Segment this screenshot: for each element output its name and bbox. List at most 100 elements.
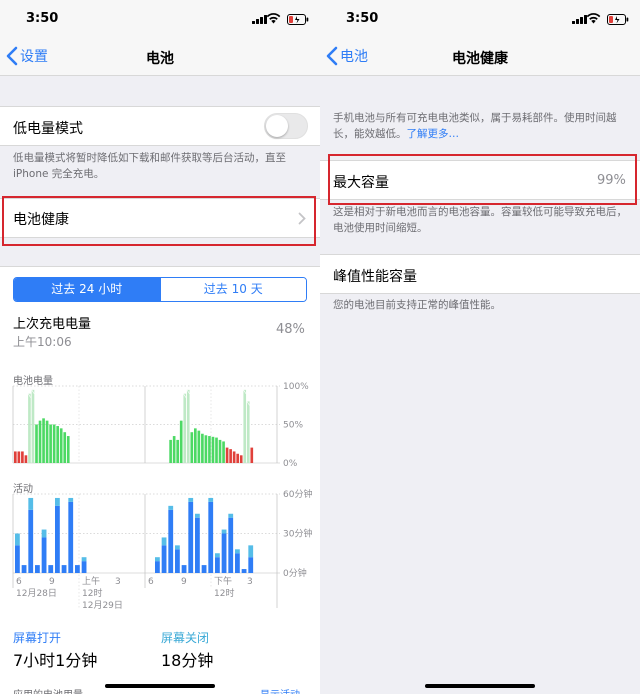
time-range-segmented-control: 过去 24 小时 过去 10 天 <box>13 277 307 302</box>
charging-bar <box>183 393 187 463</box>
battery-level-bar <box>59 428 63 463</box>
x-axis-label: 上午 <box>82 575 100 587</box>
last-charge-label: 上次充电电量 <box>13 317 92 332</box>
battery-level-bar <box>239 455 243 463</box>
charging-bar <box>246 401 250 463</box>
screen-on-bar <box>181 565 187 573</box>
screen-on-bar <box>75 565 80 573</box>
battery-level-bar <box>201 433 204 463</box>
segment-last-24-hours[interactable]: 过去 24 小时 <box>14 278 160 301</box>
x-axis-label: 6 <box>148 577 154 587</box>
status-bar: 3:50 <box>320 0 640 38</box>
low-power-mode-toggle[interactable] <box>264 113 308 139</box>
segment-last-10-days[interactable]: 过去 10 天 <box>159 278 306 301</box>
battery-intro-body: 手机电池与所有可充电电池类似，属于易耗部件。使用时间越长，能效越低。 <box>333 112 617 140</box>
screen-off-bar <box>208 497 214 502</box>
battery-level-bar <box>21 451 24 463</box>
battery-level-bar <box>35 424 38 463</box>
screen-on-bar <box>68 501 74 573</box>
charging-bar <box>186 389 190 463</box>
home-indicator[interactable] <box>105 684 215 688</box>
screen-off-bar <box>248 545 254 558</box>
x-axis-label: 6 <box>16 577 22 587</box>
activity-tick-label: 30分钟 <box>283 528 312 540</box>
charging-bar <box>28 393 31 463</box>
battery-level-bar <box>45 420 49 463</box>
x-axis-label: 9 <box>181 577 187 587</box>
screen-on-bar <box>168 509 174 573</box>
x-axis-date-label: 12时 <box>214 587 234 599</box>
screen-off-bar <box>41 529 47 538</box>
activity-tick-label: 60分钟 <box>283 488 312 500</box>
x-axis-label: 9 <box>49 577 55 587</box>
learn-more-link[interactable]: 了解更多… <box>407 128 460 140</box>
x-axis-label: 3 <box>247 577 253 587</box>
battery-level-bar <box>176 439 179 463</box>
status-time: 3:50 <box>346 11 379 26</box>
battery-level-bar <box>169 439 172 463</box>
level-tick-label: 50% <box>283 421 303 431</box>
screen-on-bar <box>161 545 167 573</box>
level-tick-label: 100% <box>283 382 309 392</box>
battery-intro-text: 手机电池与所有可充电电池类似，属于易耗部件。使用时间越长，能效越低。了解更多… <box>333 110 629 142</box>
battery-level-bar <box>42 418 45 463</box>
home-indicator[interactable] <box>425 684 535 688</box>
activity-tick-label: 0分钟 <box>283 567 307 579</box>
low-power-mode-row: 低电量模式 <box>0 106 320 146</box>
screen-on-bar <box>175 549 180 573</box>
screen-on-bar <box>215 557 220 573</box>
battery-level-bar <box>232 451 236 463</box>
screen-off-bar <box>215 553 220 558</box>
battery-level-bar <box>179 420 183 463</box>
low-power-mode-label: 低电量模式 <box>13 121 83 137</box>
battery-level-bar <box>225 447 229 463</box>
status-time: 3:50 <box>26 11 59 26</box>
cellular-signal-icon <box>252 15 267 24</box>
screen-on-label: 屏幕打开 <box>13 631 62 645</box>
navigation-bar: 设置 电池 <box>0 38 320 76</box>
screen-on-bar <box>221 533 227 573</box>
battery-level-bar <box>190 432 194 463</box>
battery-low-icon <box>607 14 629 25</box>
status-bar: 3:50 <box>0 0 320 38</box>
x-axis-label: 下午 <box>214 575 232 587</box>
screen-off-bar <box>81 557 87 562</box>
battery-level-bar <box>229 449 232 463</box>
peak-performance-row: 峰值性能容量 <box>320 254 640 294</box>
level-tick-label: 0% <box>283 459 298 469</box>
x-axis-label: 3 <box>115 577 121 587</box>
screen-off-bar <box>155 557 160 562</box>
low-power-mode-description: 低电量模式将暂时降低如下载和邮件获取等后台活动，直至 iPhone 完全充电。 <box>13 152 286 180</box>
x-axis-date-label: 12月28日 <box>16 588 57 599</box>
page-title: 电池 <box>146 51 174 67</box>
battery-level-bar <box>208 436 211 463</box>
screen-off-value: 18分钟 <box>161 651 214 670</box>
battery-level-bar <box>211 436 215 463</box>
charging-bar <box>31 389 35 463</box>
battery-level-bar <box>52 424 56 463</box>
show-activity-button[interactable]: 显示活动 <box>260 686 300 694</box>
screen-on-bar <box>248 557 254 573</box>
battery-level-bar <box>66 436 70 463</box>
charging-bar <box>243 389 247 463</box>
activity-chart: 60分钟30分钟0分钟6 9 上午 3 6 9 下午 312月28日 12时 12时12月29日 <box>12 488 312 611</box>
battery-level-bar <box>197 430 201 463</box>
peak-performance-description: 您的电池目前支持正常的峰值性能。 <box>333 299 501 311</box>
battery-health-highlight <box>2 196 316 246</box>
screen-on-bar <box>35 565 40 573</box>
battery-level-bar <box>194 428 197 463</box>
screen-on-bar <box>195 517 200 573</box>
battery-level-bar <box>222 441 225 463</box>
screen-off-bar <box>68 497 74 502</box>
screen-on-bar <box>55 505 60 573</box>
battery-level-bar <box>172 436 176 463</box>
screen-on-bar <box>228 517 234 573</box>
battery-low-icon <box>287 14 309 25</box>
battery-level-bar <box>14 451 17 463</box>
screen-on-bar <box>188 501 194 573</box>
battery-screen: 3:50 设置 电池 低电量模式 低电量模式将暂时降低如下载和邮件获取等后台活动… <box>0 0 320 694</box>
screen-on-bar <box>235 553 240 573</box>
last-charge-time: 上午10:06 <box>13 335 72 349</box>
battery-level-bar <box>63 432 67 463</box>
battery-level-chart: 100% 50% 0% <box>12 382 309 469</box>
